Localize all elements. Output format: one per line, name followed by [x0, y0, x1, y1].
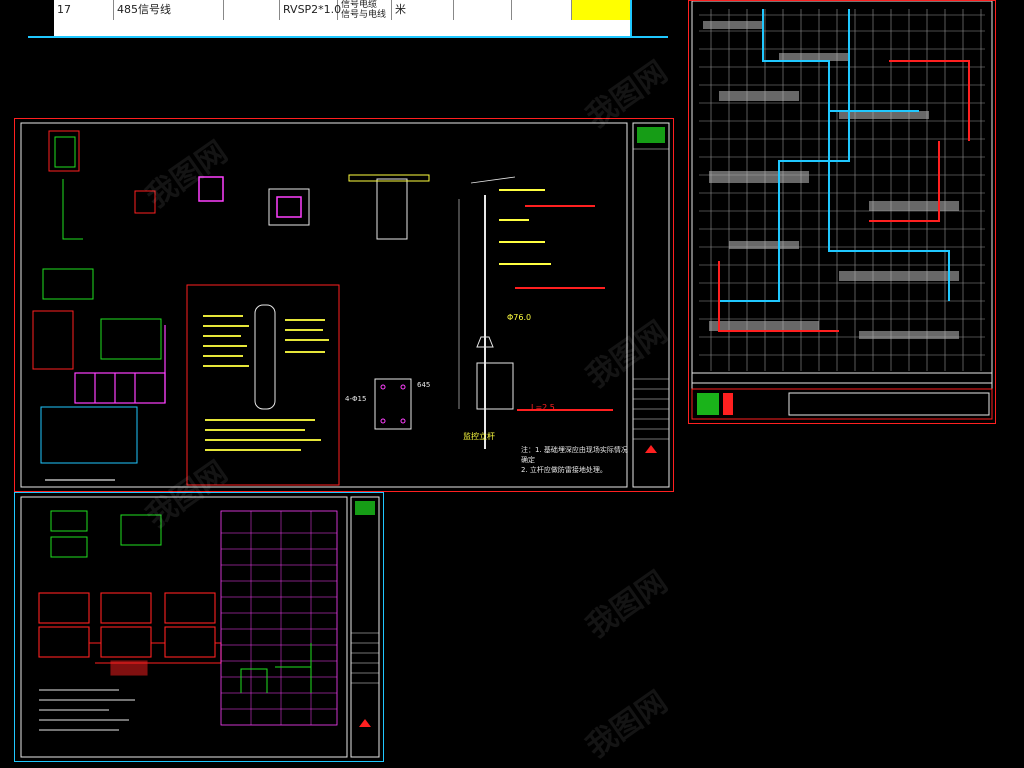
- cell-desc-line2: 信号与电线: [341, 10, 387, 20]
- cell-cable-spec: RVSP2*1.0: [280, 0, 341, 20]
- floor-plan-drawing: [691, 1, 993, 420]
- top-sheet-side: [630, 0, 632, 36]
- base-dim-size: 645: [417, 381, 431, 389]
- cell-signal-line: 485信号线: [114, 0, 224, 20]
- system-diagram-sheet: [14, 492, 384, 762]
- pole-dim-diameter: Φ76.0: [507, 313, 532, 322]
- top-sheet-border: [28, 36, 668, 38]
- cell-unit: 米: [392, 0, 454, 20]
- cell-desc-line1: 信号电缆: [341, 0, 378, 10]
- pole-note-1: 注：1. 基础埋深应由现场实际情况确定: [521, 446, 628, 464]
- system-diagram-drawing: [20, 496, 380, 758]
- pole-dim-length: L=2.5: [531, 403, 555, 412]
- cell-row-no: 17: [54, 0, 114, 20]
- watermark: 我图网: [580, 564, 674, 646]
- floor-plan-sheet: [688, 0, 996, 424]
- highlight-cell: [572, 0, 632, 20]
- pole-note-2: 2. 立杆应做防雷接地处理。: [521, 466, 607, 474]
- base-dim-holes: 4-Φ15: [345, 395, 367, 403]
- detail-drawing: [20, 122, 670, 488]
- pole-notes: 注：1. 基础埋深应由现场实际情况确定 2. 立杆应做防雷接地处理。: [521, 445, 631, 475]
- cell-desc: 信号电缆 信号与电线: [338, 0, 392, 20]
- detail-sheet: Φ76.0 L=2.5 4-Φ15 645 监控立杆 注：1. 基础埋深应由现场…: [14, 118, 674, 492]
- watermark: 我图网: [580, 684, 674, 766]
- pole-title: 监控立杆: [463, 432, 495, 441]
- top-table-strip: 17 485信号线 RVSP2*1.0 信号电缆 信号与电线 米: [54, 0, 632, 38]
